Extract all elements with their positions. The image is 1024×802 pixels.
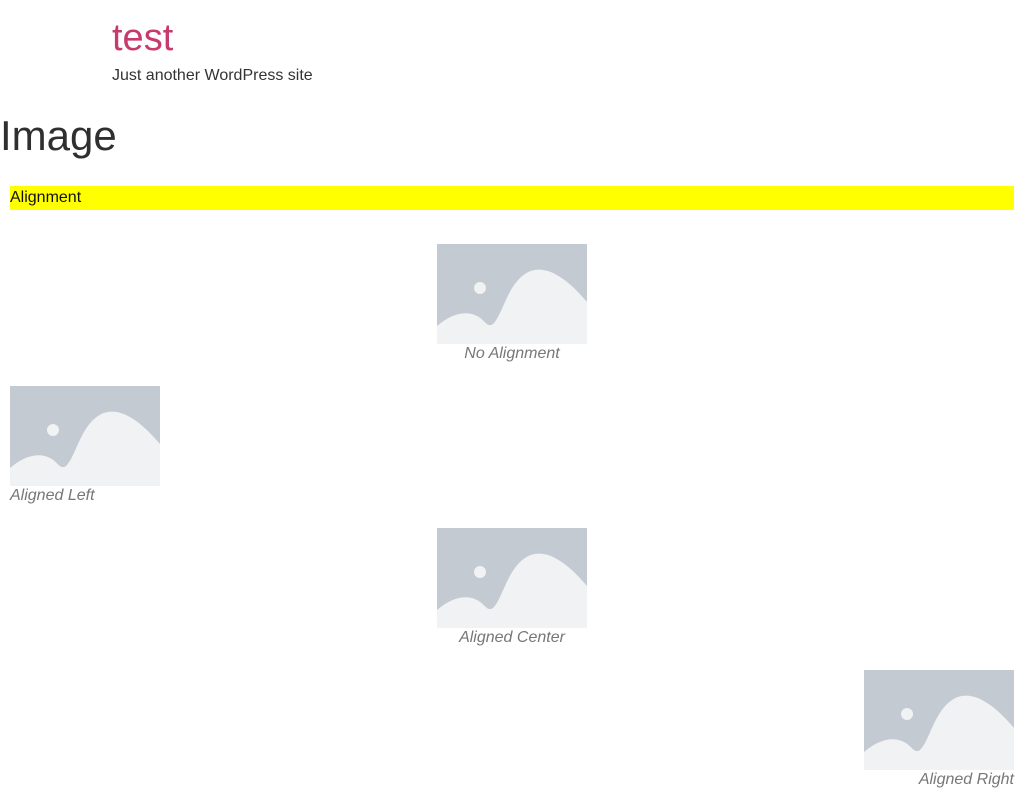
image-placeholder-icon[interactable] — [10, 386, 160, 486]
site-tagline: Just another WordPress site — [112, 67, 313, 84]
section-heading-alignment: Alignment — [10, 186, 1014, 210]
figure-aligned-right — [864, 670, 1014, 770]
caption-no-alignment: No Alignment — [464, 345, 560, 362]
caption-aligned-left: Aligned Left — [10, 487, 95, 504]
figure-aligned-center — [437, 528, 587, 628]
image-placeholder-icon[interactable] — [437, 528, 587, 628]
caption-aligned-right: Aligned Right — [918, 771, 1014, 788]
image-placeholder-icon[interactable] — [437, 244, 587, 344]
image-placeholder-icon[interactable] — [864, 670, 1014, 770]
site-title[interactable]: test — [112, 14, 173, 62]
figure-aligned-left — [10, 386, 160, 486]
figure-no-alignment — [437, 244, 587, 344]
page-title: Image — [0, 112, 117, 159]
caption-aligned-center: Aligned Center — [459, 629, 565, 646]
